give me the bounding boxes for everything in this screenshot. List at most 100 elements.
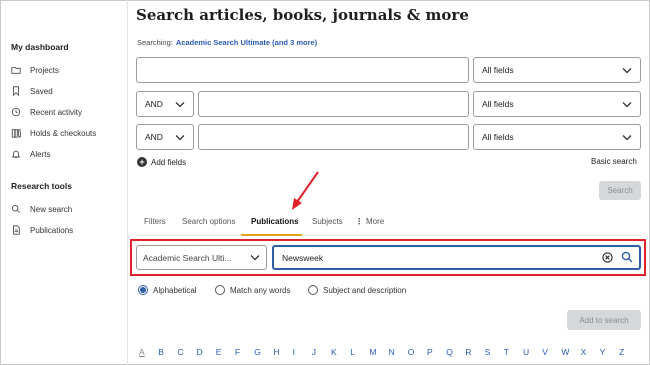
- operator-select-3[interactable]: AND: [136, 124, 194, 150]
- database-selector-link[interactable]: Academic Search Ultimate (and 3 more): [176, 38, 317, 47]
- field-select-value: All fields: [482, 65, 514, 75]
- chevron-down-icon: [175, 101, 185, 107]
- tab-more-label: More: [366, 217, 385, 226]
- tab-publications[interactable]: Publications: [251, 217, 299, 226]
- sidebar-item-projects[interactable]: Projects: [11, 63, 59, 77]
- search-term-input-3[interactable]: [198, 124, 469, 150]
- publication-query-value: Newsweek: [282, 252, 324, 263]
- operator-value: AND: [145, 132, 163, 142]
- alphabet-letter-g[interactable]: G: [254, 347, 261, 357]
- tab-subjects[interactable]: Subjects: [312, 217, 343, 226]
- radio-subject-and-description[interactable]: Subject and description: [308, 285, 406, 295]
- active-tab-indicator: [241, 234, 302, 236]
- clear-icon[interactable]: [602, 252, 613, 263]
- alphabet-letter-r[interactable]: R: [465, 347, 471, 357]
- alphabet-letter-v[interactable]: V: [542, 347, 548, 357]
- alphabet-letter-i[interactable]: I: [293, 347, 295, 357]
- alphabet-letter-f[interactable]: F: [235, 347, 240, 357]
- alphabet-letter-t[interactable]: T: [504, 347, 509, 357]
- dashboard-heading: My dashboard: [11, 42, 69, 52]
- books-icon: [11, 129, 21, 138]
- alphabet-letter-e[interactable]: E: [216, 347, 222, 357]
- alphabet-letter-c[interactable]: C: [177, 347, 183, 357]
- alphabet-letter-a[interactable]: A: [139, 347, 145, 357]
- radio-label: Match any words: [230, 285, 291, 295]
- alphabet-letter-k[interactable]: K: [331, 347, 337, 357]
- sidebar-item-publications[interactable]: Publications: [11, 223, 73, 237]
- field-select-3[interactable]: All fields: [473, 124, 641, 150]
- alphabet-letter-p[interactable]: P: [427, 347, 433, 357]
- alphabet-letter-l[interactable]: L: [350, 347, 355, 357]
- field-select-value: All fields: [482, 132, 514, 142]
- add-to-search-button[interactable]: Add to search: [567, 310, 641, 330]
- more-vertical-icon: ⋮: [355, 217, 363, 226]
- sidebar-item-alerts[interactable]: Alerts: [11, 147, 50, 161]
- alphabet-letter-x[interactable]: X: [581, 347, 587, 357]
- alphabet-letter-w[interactable]: W: [561, 347, 569, 357]
- chevron-down-icon: [622, 101, 632, 107]
- radio-unselected-icon: [308, 285, 318, 295]
- sidebar: My dashboard Projects Saved Recent activ…: [0, 0, 128, 365]
- sidebar-item-label: Publications: [30, 225, 74, 235]
- page-title: Search articles, books, journals & more: [136, 6, 469, 24]
- history-icon: [11, 107, 21, 117]
- research-tools-heading: Research tools: [11, 181, 72, 191]
- radio-unselected-icon: [215, 285, 225, 295]
- alphabet-letter-z[interactable]: Z: [619, 347, 624, 357]
- folder-icon: [11, 67, 21, 74]
- publication-search-input[interactable]: Newsweek: [272, 245, 641, 270]
- chevron-down-icon: [622, 134, 632, 140]
- alphabet-letter-b[interactable]: B: [158, 347, 164, 357]
- bell-icon: [11, 150, 21, 159]
- searching-label: Searching:: [137, 38, 173, 47]
- radio-label: Alphabetical: [153, 285, 197, 295]
- alphabet-letter-u[interactable]: U: [523, 347, 529, 357]
- tab-more[interactable]: ⋮ More: [355, 217, 384, 226]
- search-icon[interactable]: [621, 251, 633, 263]
- alphabet-letter-n[interactable]: N: [389, 347, 395, 357]
- publication-database-select[interactable]: Academic Search Ulti...: [136, 245, 267, 270]
- alphabet-letter-m[interactable]: M: [369, 347, 376, 357]
- search-term-input-2[interactable]: [198, 91, 469, 117]
- searching-line: Searching: Academic Search Ultimate (and …: [137, 38, 317, 47]
- field-select-1[interactable]: All fields: [473, 57, 641, 83]
- search-icon: [12, 205, 21, 214]
- alphabet-letter-d[interactable]: D: [197, 347, 203, 357]
- operator-select-2[interactable]: AND: [136, 91, 194, 117]
- alphabet-letter-q[interactable]: Q: [446, 347, 453, 357]
- basic-search-link[interactable]: Basic search: [591, 157, 637, 166]
- sidebar-item-new-search[interactable]: New search: [11, 202, 72, 216]
- sidebar-item-label: Recent activity: [30, 107, 83, 117]
- radio-selected-icon: [138, 285, 148, 295]
- sidebar-item-label: Alerts: [30, 149, 51, 159]
- sidebar-item-label: Saved: [30, 86, 53, 96]
- search-button[interactable]: Search: [599, 181, 641, 200]
- radio-match-any-words[interactable]: Match any words: [215, 285, 290, 295]
- add-fields-button[interactable]: + Add fields: [137, 157, 186, 167]
- tab-filters[interactable]: Filters: [144, 217, 166, 226]
- plus-circle-icon: +: [137, 157, 147, 167]
- chevron-down-icon: [175, 134, 185, 140]
- sidebar-item-recent-activity[interactable]: Recent activity: [11, 105, 82, 119]
- chevron-down-icon: [622, 67, 632, 73]
- search-term-input-1[interactable]: [136, 57, 469, 83]
- alphabet-letter-h[interactable]: H: [273, 347, 279, 357]
- tab-bar: Filters Search options Publications Subj…: [137, 214, 641, 236]
- sidebar-item-saved[interactable]: Saved: [11, 84, 53, 98]
- chevron-down-icon: [250, 255, 260, 261]
- add-fields-label: Add fields: [151, 157, 187, 167]
- sidebar-item-label: Projects: [30, 65, 59, 75]
- sidebar-item-label: New search: [30, 204, 73, 214]
- sidebar-item-holds-checkouts[interactable]: Holds & checkouts: [11, 126, 96, 140]
- tab-search-options[interactable]: Search options: [182, 217, 235, 226]
- bookmark-icon: [13, 86, 19, 96]
- sidebar-item-label: Holds & checkouts: [30, 128, 97, 138]
- publication-database-value: Academic Search Ulti...: [143, 252, 232, 263]
- alphabet-letter-o[interactable]: O: [408, 347, 415, 357]
- radio-label: Subject and description: [323, 285, 407, 295]
- alphabet-letter-s[interactable]: S: [485, 347, 491, 357]
- alphabet-letter-y[interactable]: Y: [600, 347, 606, 357]
- field-select-2[interactable]: All fields: [473, 91, 641, 117]
- radio-alphabetical[interactable]: Alphabetical: [138, 285, 197, 295]
- alphabet-letter-j[interactable]: J: [312, 347, 316, 357]
